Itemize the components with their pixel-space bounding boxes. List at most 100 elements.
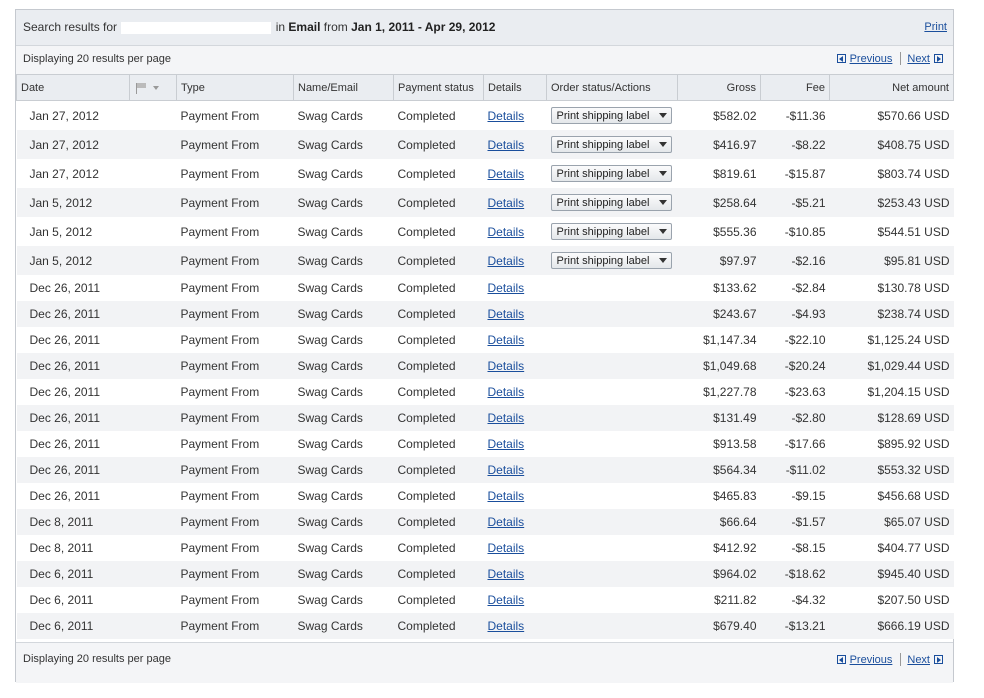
row-date: Jan 27, 2012 bbox=[16, 130, 130, 159]
table-row: Dec 26, 2011 Payment From Swag Cards Comple… bbox=[16, 483, 954, 509]
details-link[interactable]: Details bbox=[488, 437, 525, 451]
row-status: Completed bbox=[393, 353, 484, 379]
table-row: Jan 5, 2012 Payment From Swag Cards Complet… bbox=[16, 217, 954, 246]
details-link[interactable]: Details bbox=[488, 411, 525, 425]
next-arrow-icon[interactable] bbox=[934, 54, 943, 63]
row-flag bbox=[129, 561, 177, 587]
row-order-actions bbox=[546, 301, 678, 327]
previous-link[interactable]: Previous bbox=[850, 654, 893, 666]
col-date[interactable]: Date bbox=[16, 74, 130, 101]
print-shipping-label-dropdown[interactable]: Print shipping label bbox=[550, 252, 673, 269]
row-details: Details bbox=[483, 587, 547, 613]
table-row: Dec 26, 2011 Payment From Swag Cards Comple… bbox=[16, 301, 954, 327]
details-link[interactable]: Details bbox=[488, 385, 525, 399]
table-row: Dec 26, 2011 Payment From Swag Cards Comple… bbox=[16, 457, 954, 483]
row-details: Details bbox=[483, 159, 547, 188]
row-gross: $412.92 bbox=[677, 535, 761, 561]
details-link[interactable]: Details bbox=[488, 167, 525, 181]
print-link[interactable]: Print bbox=[924, 21, 947, 33]
row-status: Completed bbox=[393, 457, 484, 483]
row-type: Payment From bbox=[176, 457, 294, 483]
col-name[interactable]: Name/Email bbox=[293, 74, 394, 101]
col-gross[interactable]: Gross bbox=[677, 74, 761, 101]
table-row: Dec 26, 2011 Payment From Swag Cards Comple… bbox=[16, 405, 954, 431]
row-order-actions: Print shipping label bbox=[546, 100, 678, 130]
pager-divider bbox=[900, 653, 902, 666]
details-link[interactable]: Details bbox=[488, 515, 525, 529]
row-net: $128.69 USD bbox=[829, 405, 954, 431]
row-gross: $564.34 bbox=[677, 457, 761, 483]
row-gross: $555.36 bbox=[677, 217, 761, 246]
row-details: Details bbox=[483, 613, 547, 639]
details-link[interactable]: Details bbox=[488, 109, 525, 123]
details-link[interactable]: Details bbox=[488, 196, 525, 210]
print-shipping-label-dropdown[interactable]: Print shipping label bbox=[550, 165, 673, 182]
previous-arrow-icon[interactable] bbox=[836, 54, 846, 63]
pager-top: Previous Next bbox=[833, 52, 947, 65]
details-link[interactable]: Details bbox=[488, 463, 525, 477]
row-date: Dec 8, 2011 bbox=[16, 535, 130, 561]
table-row: Dec 6, 2011 Payment From Swag Cards Complet… bbox=[16, 561, 954, 587]
col-net[interactable]: Net amount bbox=[829, 74, 954, 101]
row-date: Dec 26, 2011 bbox=[16, 275, 130, 301]
details-link[interactable]: Details bbox=[488, 307, 525, 321]
row-type: Payment From bbox=[176, 246, 294, 275]
details-link[interactable]: Details bbox=[488, 541, 525, 555]
row-details: Details bbox=[483, 457, 547, 483]
search-field: Email bbox=[288, 20, 321, 34]
details-link[interactable]: Details bbox=[488, 225, 525, 239]
details-link[interactable]: Details bbox=[488, 593, 525, 607]
next-arrow-icon[interactable] bbox=[934, 655, 943, 664]
print-shipping-label-dropdown[interactable]: Print shipping label bbox=[550, 194, 673, 211]
previous-link[interactable]: Previous bbox=[850, 53, 893, 65]
row-flag bbox=[129, 379, 177, 405]
details-link[interactable]: Details bbox=[488, 333, 525, 347]
details-link[interactable]: Details bbox=[488, 359, 525, 373]
col-flag[interactable] bbox=[129, 74, 177, 101]
row-type: Payment From bbox=[176, 613, 294, 639]
print-shipping-label-dropdown[interactable]: Print shipping label bbox=[550, 223, 673, 240]
row-net: $238.74 USD bbox=[829, 301, 954, 327]
row-flag bbox=[129, 100, 177, 130]
print-shipping-label-text: Print shipping label bbox=[556, 167, 650, 180]
row-name: Swag Cards bbox=[293, 353, 394, 379]
row-flag bbox=[129, 509, 177, 535]
row-details: Details bbox=[483, 405, 547, 431]
next-link[interactable]: Next bbox=[907, 53, 930, 65]
table-row: Dec 8, 2011 Payment From Swag Cards Complet… bbox=[16, 535, 954, 561]
previous-arrow-icon[interactable] bbox=[836, 655, 846, 664]
row-flag bbox=[129, 405, 177, 431]
row-type: Payment From bbox=[176, 379, 294, 405]
details-link[interactable]: Details bbox=[488, 619, 525, 633]
print-shipping-label-dropdown[interactable]: Print shipping label bbox=[550, 136, 673, 153]
details-link[interactable]: Details bbox=[488, 489, 525, 503]
row-flag bbox=[129, 613, 177, 639]
row-gross: $679.40 bbox=[677, 613, 761, 639]
details-link[interactable]: Details bbox=[488, 281, 525, 295]
row-net: $945.40 USD bbox=[829, 561, 954, 587]
row-details: Details bbox=[483, 535, 547, 561]
row-flag bbox=[129, 246, 177, 275]
row-status: Completed bbox=[393, 483, 484, 509]
row-status: Completed bbox=[393, 246, 484, 275]
col-status[interactable]: Payment status bbox=[393, 74, 484, 101]
row-flag bbox=[129, 217, 177, 246]
col-fee[interactable]: Fee bbox=[760, 74, 830, 101]
details-link[interactable]: Details bbox=[488, 254, 525, 268]
row-status: Completed bbox=[393, 405, 484, 431]
row-details: Details bbox=[483, 301, 547, 327]
col-type[interactable]: Type bbox=[176, 74, 294, 101]
row-type: Payment From bbox=[176, 535, 294, 561]
print-shipping-label-dropdown[interactable]: Print shipping label bbox=[550, 107, 673, 124]
row-name: Swag Cards bbox=[293, 431, 394, 457]
row-date: Dec 26, 2011 bbox=[16, 353, 130, 379]
row-net: $895.92 USD bbox=[829, 431, 954, 457]
col-details: Details bbox=[483, 74, 547, 101]
details-link[interactable]: Details bbox=[488, 567, 525, 581]
row-flag bbox=[129, 457, 177, 483]
row-gross: $211.82 bbox=[677, 587, 761, 613]
details-link[interactable]: Details bbox=[488, 138, 525, 152]
next-link[interactable]: Next bbox=[907, 654, 930, 666]
row-fee: -$5.21 bbox=[760, 188, 830, 217]
search-results-panel: Search results for in Email from Jan 1, … bbox=[15, 9, 954, 683]
